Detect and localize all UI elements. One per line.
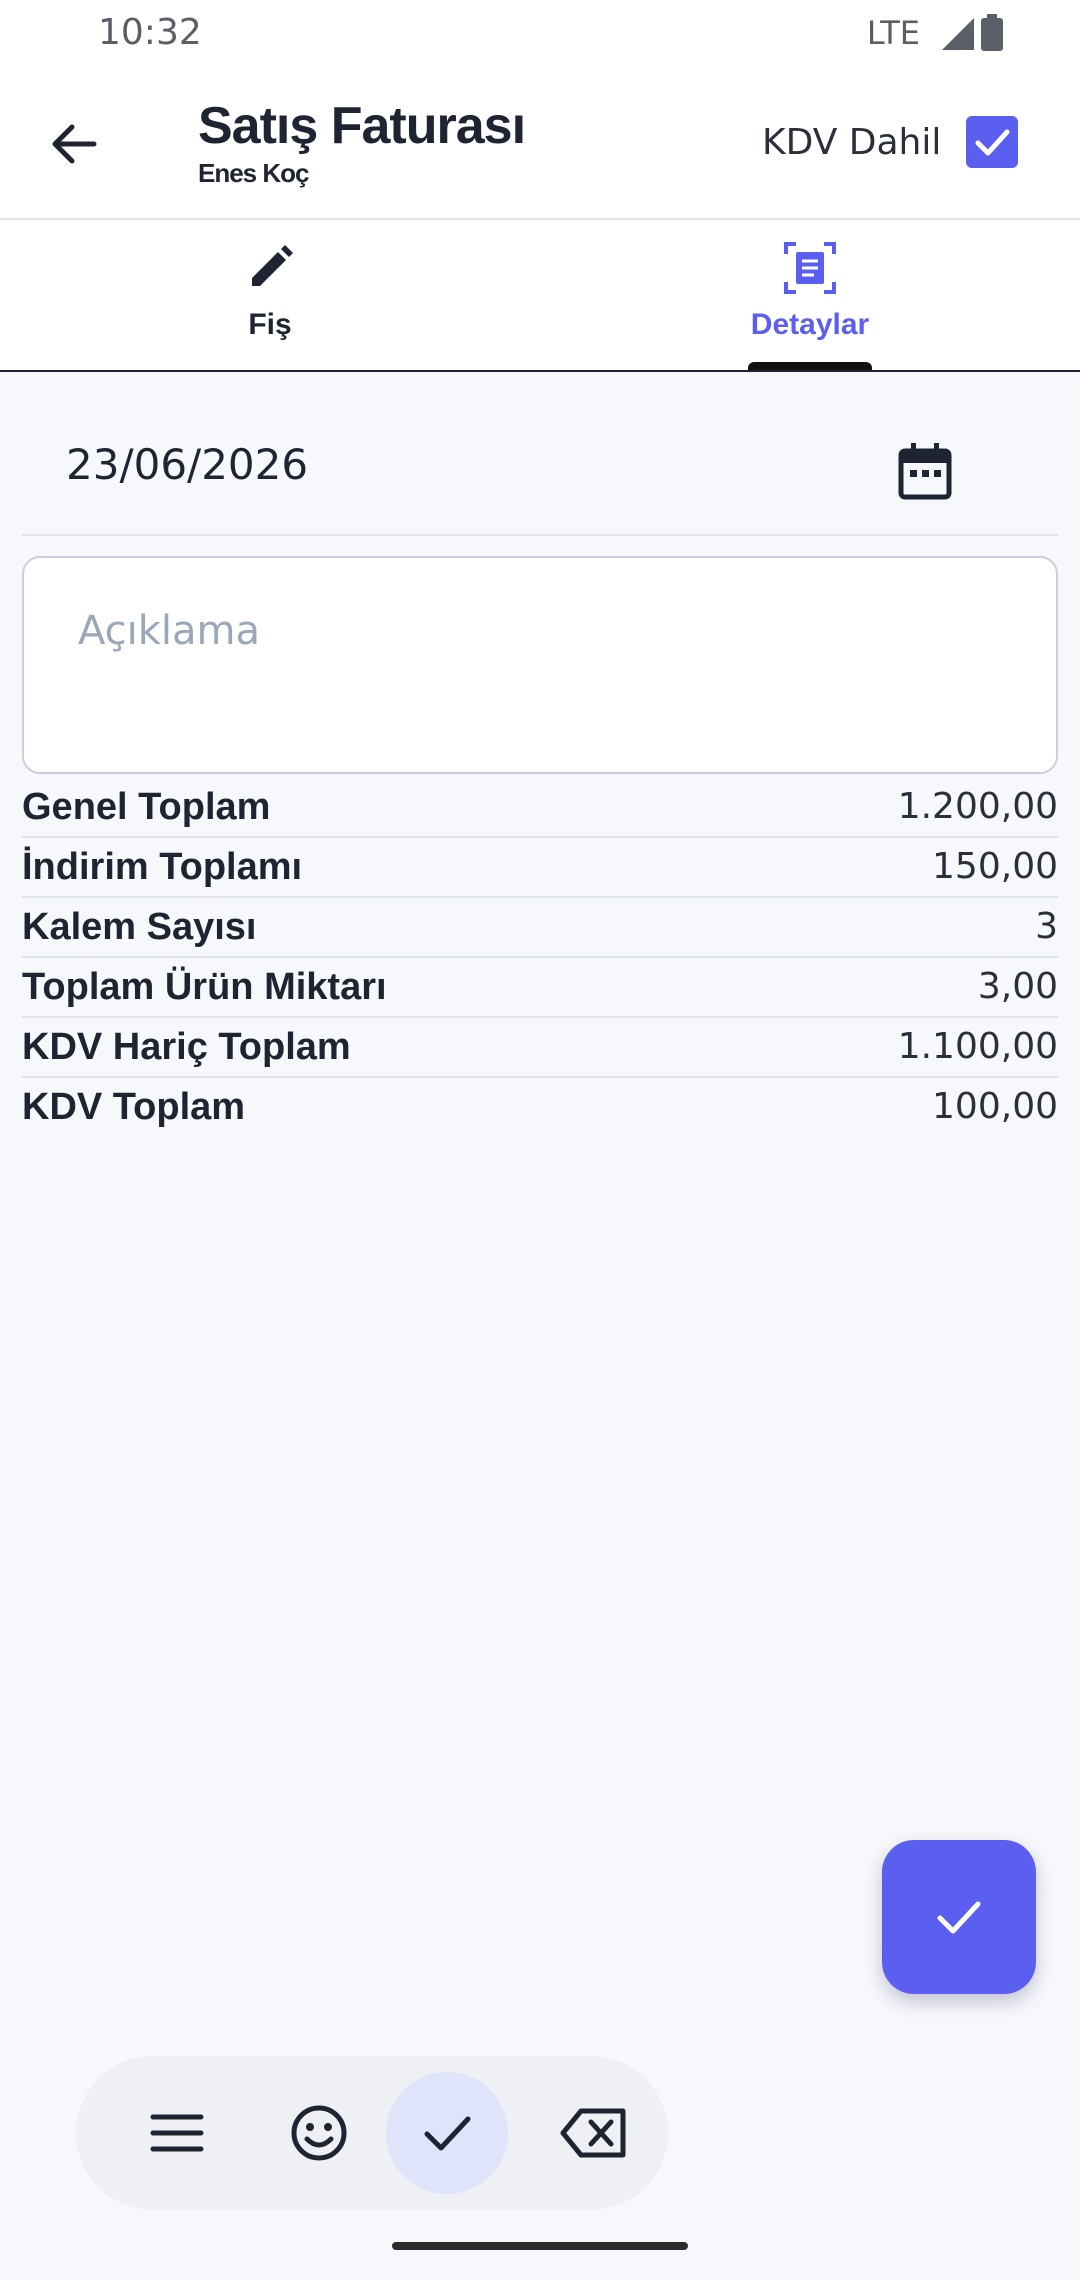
date-value: 23/06/2026 bbox=[66, 440, 309, 489]
page-title: Satış Faturası bbox=[198, 97, 526, 155]
tab-detaylar[interactable]: Detaylar bbox=[540, 220, 1080, 370]
document-scan-icon bbox=[782, 240, 838, 296]
emoji-icon bbox=[291, 2105, 347, 2161]
summary-row-toplam-urun-miktari: Toplam Ürün Miktarı 3,00 bbox=[22, 958, 1058, 1018]
summary-label: KDV Hariç Toplam bbox=[22, 1026, 351, 1068]
tab-detaylar-label: Detaylar bbox=[750, 308, 870, 341]
battery-icon bbox=[980, 14, 1004, 57]
calendar-icon[interactable] bbox=[894, 440, 956, 502]
active-tab-indicator bbox=[748, 362, 872, 370]
summary-row-kalem-sayisi: Kalem Sayısı 3 bbox=[22, 898, 1058, 958]
kdv-dahil-label: KDV Dahil bbox=[762, 122, 942, 163]
date-field[interactable]: 23/06/2026 bbox=[22, 410, 1058, 536]
summary-value: 3 bbox=[1035, 906, 1058, 947]
pencil-icon bbox=[242, 240, 298, 296]
summary-row-kdv-haric-toplam: KDV Hariç Toplam 1.100,00 bbox=[22, 1018, 1058, 1078]
summary-value: 1.200,00 bbox=[897, 786, 1058, 827]
check-icon bbox=[937, 1901, 981, 1934]
app-bar: Satış Faturası Enes Koç KDV Dahil bbox=[0, 70, 1080, 220]
customer-name: Enes Koç bbox=[198, 158, 309, 188]
summary-row-genel-toplam: Genel Toplam 1.200,00 bbox=[22, 778, 1058, 838]
summary-label: Genel Toplam bbox=[22, 786, 271, 828]
summary-value: 3,00 bbox=[977, 966, 1058, 1007]
summary-list: Genel Toplam 1.200,00 İndirim Toplamı 15… bbox=[22, 778, 1058, 1136]
check-icon bbox=[975, 129, 1010, 156]
emoji-button[interactable] bbox=[258, 2072, 380, 2194]
summary-label: KDV Toplam bbox=[22, 1086, 246, 1128]
summary-value: 1.100,00 bbox=[897, 1026, 1058, 1067]
back-arrow-icon[interactable] bbox=[44, 114, 104, 174]
home-indicator[interactable] bbox=[392, 2242, 688, 2250]
signal-icon bbox=[940, 16, 976, 57]
menu-button[interactable] bbox=[116, 2072, 238, 2194]
menu-icon bbox=[150, 2114, 204, 2152]
status-bar: 10:32 LTE bbox=[0, 0, 1080, 70]
backspace-button[interactable] bbox=[528, 2072, 650, 2194]
summary-row-indirim-toplami: İndirim Toplamı 150,00 bbox=[22, 838, 1058, 898]
description-input[interactable]: Açıklama bbox=[22, 556, 1058, 774]
tab-fis-label: Fiş bbox=[248, 308, 292, 341]
description-placeholder: Açıklama bbox=[78, 608, 261, 654]
summary-label: Toplam Ürün Miktarı bbox=[22, 966, 387, 1008]
summary-row-kdv-toplam: KDV Toplam 100,00 bbox=[22, 1078, 1058, 1136]
tab-bar: Fiş Detaylar bbox=[0, 220, 1080, 372]
backspace-icon bbox=[560, 2108, 626, 2158]
status-time: 10:32 bbox=[98, 12, 202, 53]
check-icon bbox=[424, 2116, 471, 2151]
summary-value: 100,00 bbox=[932, 1086, 1058, 1127]
network-type: LTE bbox=[866, 14, 920, 52]
tab-fis[interactable]: Fiş bbox=[0, 220, 540, 370]
kdv-dahil-checkbox[interactable] bbox=[966, 116, 1018, 168]
summary-value: 150,00 bbox=[932, 846, 1058, 887]
summary-label: İndirim Toplamı bbox=[22, 846, 303, 888]
summary-label: Kalem Sayısı bbox=[22, 906, 257, 948]
save-fab-button[interactable] bbox=[882, 1840, 1036, 1994]
confirm-button[interactable] bbox=[386, 2072, 508, 2194]
keyboard-toolbar bbox=[76, 2056, 668, 2210]
